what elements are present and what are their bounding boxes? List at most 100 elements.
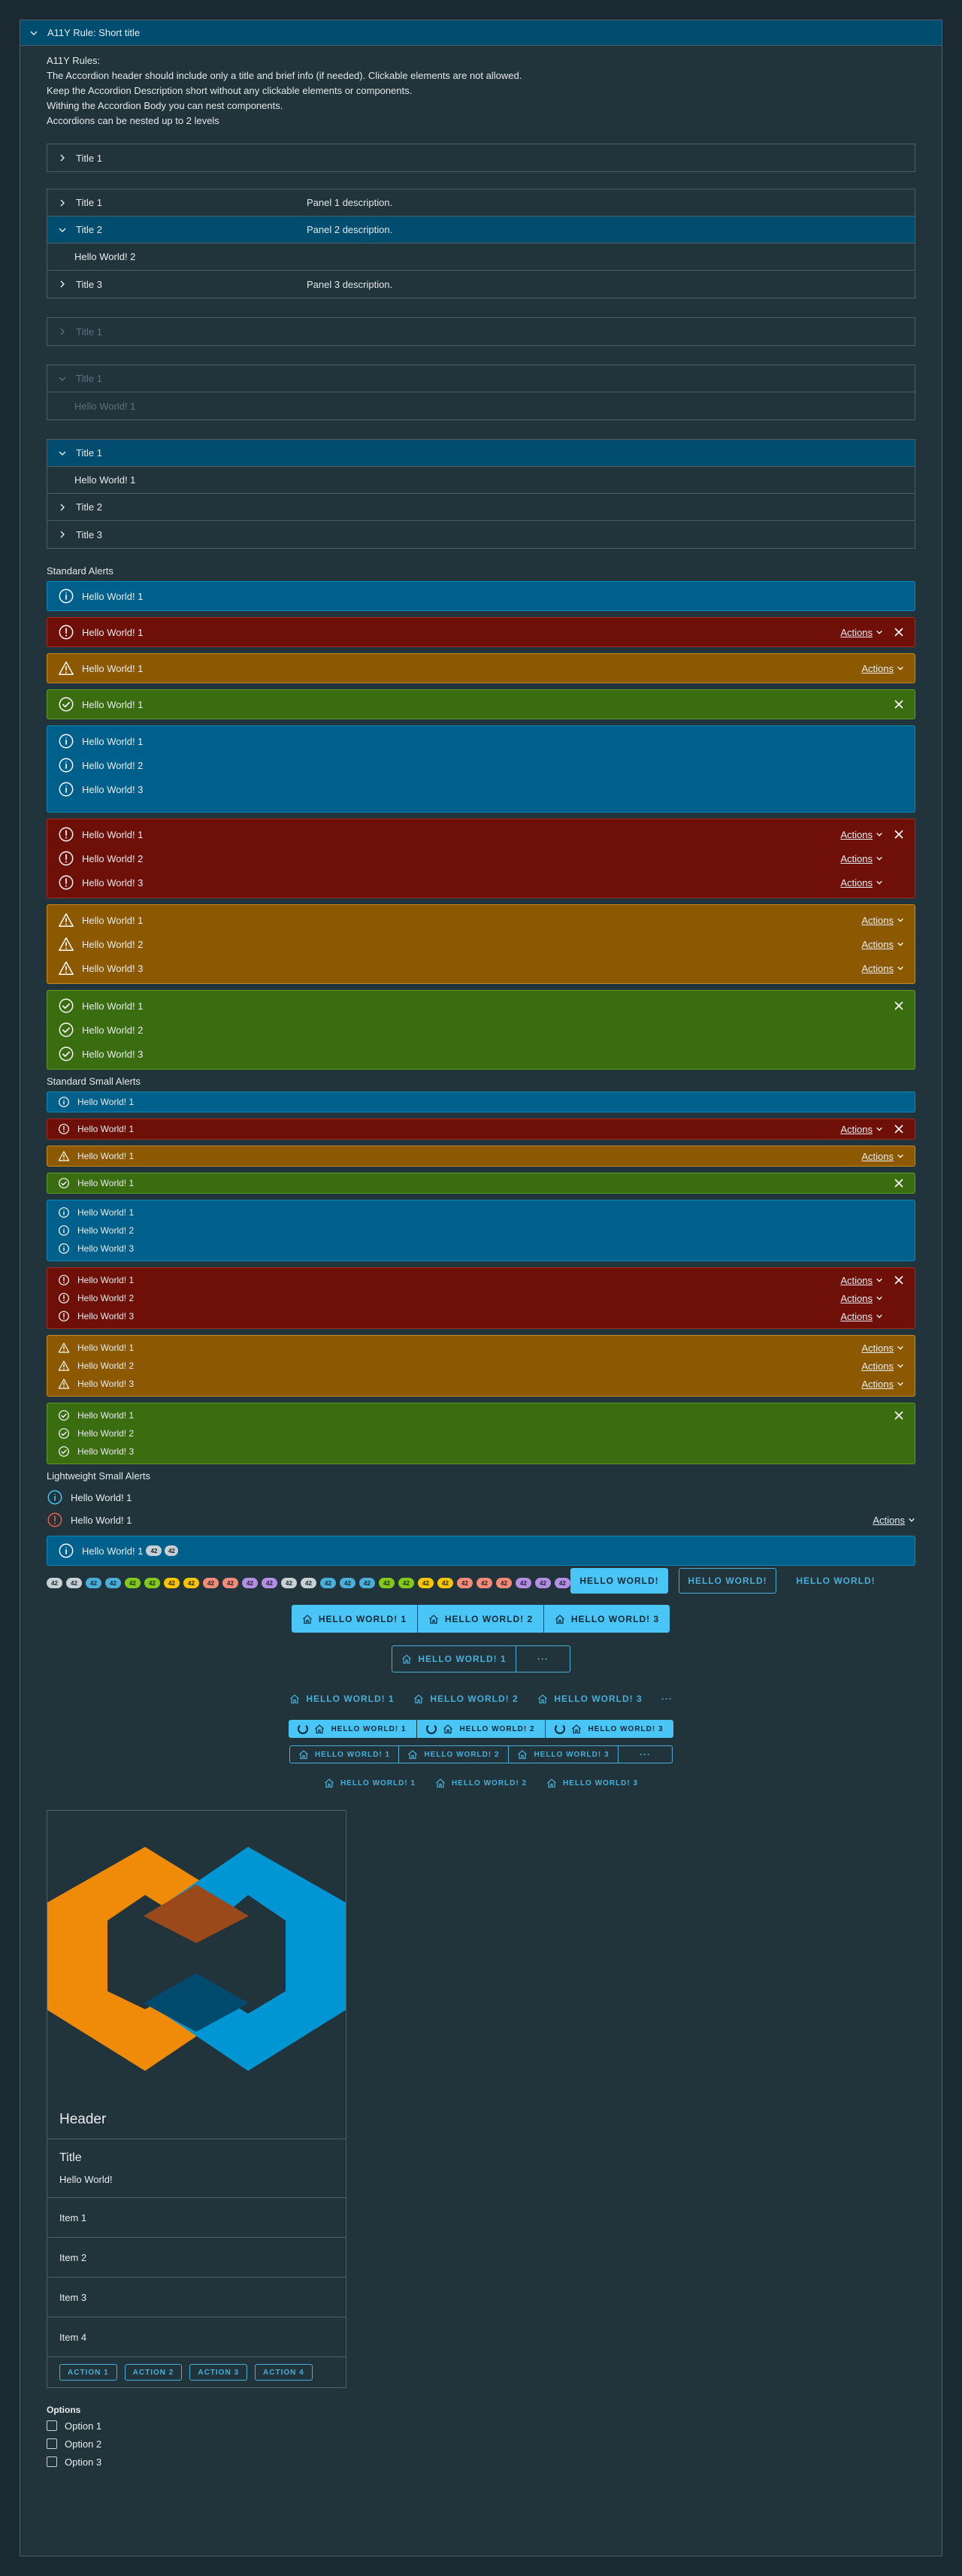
group-button-3[interactable]: HELLO WORLD! 3: [544, 1605, 670, 1633]
group-button-3[interactable]: HELLO WORLD! 3: [541, 1774, 643, 1792]
overflow-menu-button[interactable]: ···: [516, 1645, 570, 1672]
close-icon[interactable]: [894, 699, 904, 710]
group-button-2[interactable]: HELLO WORLD! 2: [416, 1720, 545, 1738]
actions-dropdown[interactable]: Actions: [861, 963, 904, 974]
panel-body: Hello World! 1: [47, 467, 915, 494]
actions-dropdown[interactable]: Actions: [840, 1293, 883, 1304]
accordion-panel-1[interactable]: Title 1: [47, 440, 915, 467]
actions-dropdown[interactable]: Actions: [861, 1151, 904, 1162]
group-button-label: HELLO WORLD! 2: [424, 1750, 500, 1759]
alert-text: Hello World! 3: [82, 783, 144, 795]
small-alert-success: Hello World! 1: [47, 1173, 915, 1194]
actions-dropdown[interactable]: Actions: [861, 1342, 904, 1354]
checkbox[interactable]: [47, 2456, 57, 2467]
flat-button[interactable]: HELLO WORLD!: [787, 1568, 885, 1594]
alert-text: Hello World! 2: [77, 1361, 135, 1371]
home-icon: [435, 1778, 446, 1788]
warning-triangle-icon: [58, 1150, 70, 1162]
actions-dropdown[interactable]: Actions: [840, 627, 883, 638]
home-icon: [413, 1694, 424, 1704]
card-list-item[interactable]: Item 4: [47, 2317, 346, 2357]
alert-text: Hello World! 1: [77, 1178, 135, 1188]
group-button-2[interactable]: HELLO WORLD! 2: [418, 1605, 543, 1633]
overflow-menu-button[interactable]: ···: [619, 1745, 673, 1763]
panel-title: Title 3: [76, 278, 102, 290]
accordion-panel-2[interactable]: Title 2: [47, 494, 915, 521]
actions-dropdown[interactable]: Actions: [861, 915, 904, 926]
action-button-4[interactable]: ACTION 4: [255, 2364, 313, 2381]
outer-accordion-header[interactable]: A11Y Rule: Short title: [20, 20, 942, 46]
info-circle-icon: [58, 1224, 70, 1237]
actions-dropdown[interactable]: Actions: [873, 1515, 915, 1526]
checkbox[interactable]: [47, 2420, 57, 2431]
option-checkbox-1[interactable]: Option 1: [47, 2417, 915, 2435]
actions-dropdown[interactable]: Actions: [840, 829, 883, 840]
accordion-panel-3[interactable]: Title 3 Panel 3 description.: [47, 271, 915, 298]
group-button-1[interactable]: HELLO WORLD! 1: [319, 1774, 421, 1792]
check-circle-icon: [58, 1046, 74, 1062]
actions-dropdown[interactable]: Actions: [840, 1124, 883, 1135]
actions-dropdown[interactable]: Actions: [861, 1361, 904, 1372]
card-list-item[interactable]: Item 3: [47, 2278, 346, 2317]
close-icon[interactable]: [894, 1410, 904, 1421]
close-icon[interactable]: [894, 1000, 904, 1011]
group-button-label: HELLO WORLD! 3: [562, 1778, 639, 1787]
close-icon[interactable]: [894, 1124, 904, 1134]
group-button-3[interactable]: HELLO WORLD! 3: [545, 1720, 673, 1738]
checkbox[interactable]: [47, 2438, 57, 2449]
group-button-3[interactable]: HELLO WORLD! 3: [509, 1745, 619, 1763]
warning-triangle-icon: [58, 660, 74, 677]
accordion-panel-3[interactable]: Title 3: [47, 521, 915, 548]
accordion-panel-1[interactable]: Title 1 Panel 1 description.: [47, 189, 915, 216]
accordion-panel-2[interactable]: Title 2 Panel 2 description.: [47, 216, 915, 244]
actions-dropdown[interactable]: Actions: [840, 877, 883, 888]
option-checkbox-3[interactable]: Option 3: [47, 2453, 915, 2471]
alert-text: Hello World! 1: [82, 735, 144, 747]
card-footer: ACTION 1 ACTION 2 ACTION 3 ACTION 4: [47, 2357, 346, 2387]
action-button-1[interactable]: ACTION 1: [59, 2364, 117, 2381]
actions-dropdown[interactable]: Actions: [840, 853, 883, 864]
group-button-2[interactable]: HELLO WORLD! 2: [404, 1685, 528, 1712]
action-button-2[interactable]: ACTION 2: [124, 2364, 183, 2381]
panel-description: Panel 2 description.: [307, 224, 393, 235]
card-list-item[interactable]: Item 2: [47, 2238, 346, 2278]
group-button-1[interactable]: HELLO WORLD! 1: [280, 1685, 404, 1712]
badge: 42: [301, 1578, 316, 1588]
option-checkbox-2[interactable]: Option 2: [47, 2435, 915, 2453]
panel-title: Title 2: [76, 224, 102, 235]
chevron-down-icon: [876, 1278, 882, 1282]
actions-label: Actions: [840, 1310, 873, 1322]
group-button-3[interactable]: HELLO WORLD! 3: [528, 1685, 652, 1712]
group-button-1[interactable]: HELLO WORLD! 1: [288, 1720, 416, 1738]
actions-dropdown[interactable]: Actions: [861, 663, 904, 674]
close-icon[interactable]: [894, 627, 904, 637]
actions-label: Actions: [861, 914, 894, 926]
small-alert-warning: Hello World! 1 Actions: [47, 1146, 915, 1167]
accordion-panel-title-1[interactable]: Title 1: [47, 144, 915, 171]
solid-button[interactable]: HELLO WORLD!: [570, 1568, 668, 1594]
close-icon[interactable]: [894, 829, 904, 840]
actions-dropdown[interactable]: Actions: [840, 1275, 883, 1286]
overflow-menu-button[interactable]: ···: [652, 1685, 682, 1712]
actions-label: Actions: [861, 1342, 894, 1354]
group-button-1[interactable]: HELLO WORLD! 1: [392, 1645, 516, 1672]
close-icon[interactable]: [894, 1178, 904, 1188]
actions-dropdown[interactable]: Actions: [861, 939, 904, 950]
actions-dropdown[interactable]: Actions: [840, 1311, 883, 1322]
group-button-1[interactable]: HELLO WORLD! 1: [292, 1605, 417, 1633]
group-button-2[interactable]: HELLO WORLD! 2: [430, 1774, 532, 1792]
actions-label: Actions: [840, 626, 873, 638]
action-button-3[interactable]: ACTION 3: [189, 2364, 248, 2381]
home-icon: [555, 1614, 565, 1624]
group-button-1[interactable]: HELLO WORLD! 1: [289, 1745, 399, 1763]
actions-dropdown[interactable]: Actions: [861, 1379, 904, 1390]
outline-button[interactable]: HELLO WORLD!: [679, 1568, 776, 1594]
group-button-2[interactable]: HELLO WORLD! 2: [399, 1745, 509, 1763]
close-icon[interactable]: [894, 1275, 904, 1285]
chevron-down-icon: [29, 29, 38, 38]
warning-triangle-icon: [58, 1378, 70, 1390]
card-list-item[interactable]: Item 1: [47, 2198, 346, 2238]
info-circle-icon: [58, 757, 74, 773]
alert-text: Hello World! 1: [82, 590, 144, 602]
home-icon: [571, 1724, 582, 1734]
